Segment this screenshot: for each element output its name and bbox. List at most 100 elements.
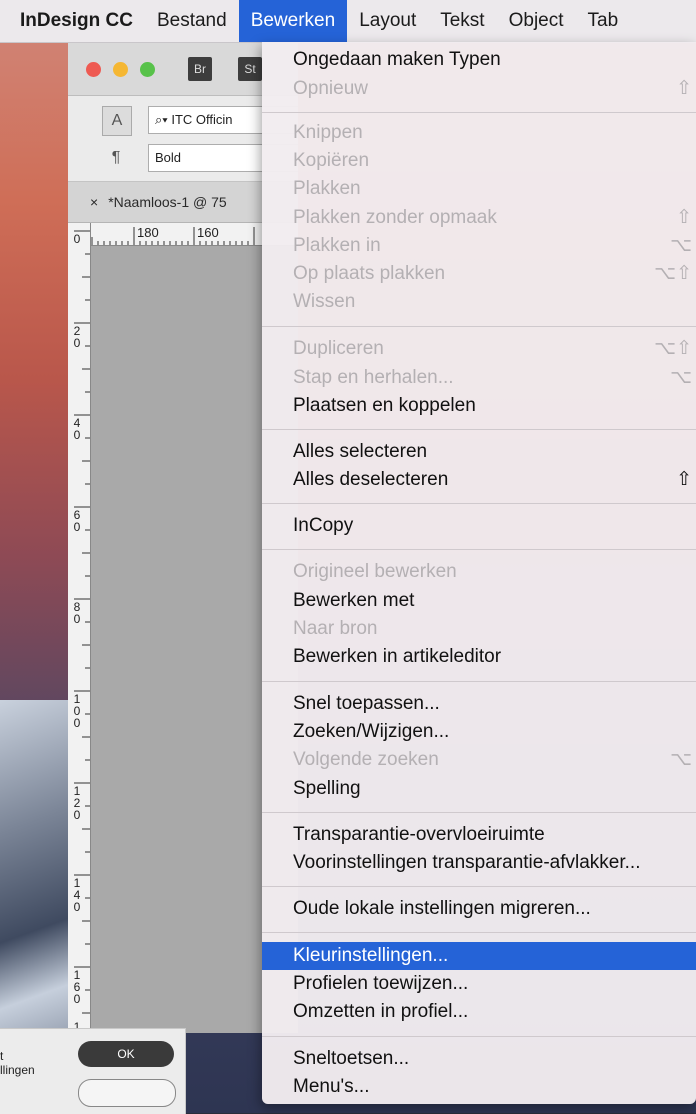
menu-separator xyxy=(262,503,696,504)
menu-item-shortcut: ⌥ xyxy=(670,235,692,256)
menu-item-label: Profielen toewijzen... xyxy=(293,973,469,994)
menu-layout[interactable]: Layout xyxy=(347,0,428,42)
menu-item-label: Bewerken in artikeleditor xyxy=(293,646,502,667)
character-mode-icon[interactable]: A xyxy=(102,106,132,136)
menu-item-label: Plakken zonder opmaak xyxy=(293,207,497,228)
menu-item-dupliceren[interactable]: Dupliceren ⌥⇧ xyxy=(262,335,696,363)
menu-item-naar-bron[interactable]: Naar bron xyxy=(262,615,696,643)
cancel-button[interactable] xyxy=(78,1079,176,1107)
menu-item-profielen-toewijzen[interactable]: Profielen toewijzen... xyxy=(262,970,696,998)
dialog-fragment: t llingen OK xyxy=(0,1028,186,1114)
ruler-label-160: 160 xyxy=(197,225,219,240)
menu-item-volgende-zoeken[interactable]: Volgende zoeken ⌥ xyxy=(262,746,696,774)
menu-item-lokale-instellingen-migreren[interactable]: Oude lokale instellingen migreren... xyxy=(262,895,696,923)
menu-item-incopy[interactable]: InCopy xyxy=(262,512,696,540)
menu-tekst[interactable]: Tekst xyxy=(428,0,496,42)
menu-item-shortcut: ⇧ xyxy=(676,78,692,99)
menu-item-label: Transparantie-overvloeiruimte xyxy=(293,824,545,845)
menu-separator xyxy=(262,326,696,327)
menu-item-label: Opnieuw xyxy=(293,78,368,99)
menu-item-bewerken-met[interactable]: Bewerken met xyxy=(262,587,696,615)
menu-item-label: Kopiëren xyxy=(293,150,370,171)
menu-item-label: Op plaats plakken xyxy=(293,263,446,284)
menu-object[interactable]: Object xyxy=(497,0,576,42)
menu-item-sneltoetsen[interactable]: Sneltoetsen... xyxy=(262,1045,696,1073)
menu-item-shortcut: ⇧ xyxy=(676,469,692,490)
menu-item-kleurinstellingen[interactable]: Kleurinstellingen... xyxy=(262,942,696,970)
menu-item-shortcut: ⌥ xyxy=(670,367,692,388)
app-menu[interactable]: InDesign CC xyxy=(0,0,145,42)
menu-item-plakken[interactable]: Plakken xyxy=(262,175,696,203)
menu-item-shortcut: ⌥⇧ xyxy=(654,263,692,284)
menu-item-label: Naar bron xyxy=(293,618,378,639)
menu-item-plaatsen-en-koppelen[interactable]: Plaatsen en koppelen xyxy=(262,392,696,420)
menu-item-label: Volgende zoeken xyxy=(293,749,439,770)
ruler-label-180: 180 xyxy=(137,225,159,240)
menu-item-spelling[interactable]: Spelling xyxy=(262,775,696,803)
menu-item-plakken-in[interactable]: Plakken in ⌥ xyxy=(262,232,696,260)
menu-item-voorinstellingen-afvlakker[interactable]: Voorinstellingen transparantie-afvlakker… xyxy=(262,849,696,877)
menu-item-label: Zoeken/Wijzigen... xyxy=(293,721,450,742)
menu-item-transparantie-overvloeiruimte[interactable]: Transparantie-overvloeiruimte xyxy=(262,821,696,849)
menu-tabel[interactable]: Tab xyxy=(576,0,631,42)
menu-bestand[interactable]: Bestand xyxy=(145,0,239,42)
menu-item-opnieuw[interactable]: Opnieuw ⇧ xyxy=(262,75,696,103)
menu-item-label: Spelling xyxy=(293,778,361,799)
menu-item-label: Kleurinstellingen... xyxy=(293,945,449,966)
menu-item-omzetten-in-profiel[interactable]: Omzetten in profiel... xyxy=(262,998,696,1026)
vruler-label: 0 xyxy=(73,232,81,246)
menu-item-label: Oude lokale instellingen migreren... xyxy=(293,898,591,919)
menu-item-alles-deselecteren[interactable]: Alles deselecteren ⇧ xyxy=(262,466,696,494)
menu-item-plakken-zonder-opmaak[interactable]: Plakken zonder opmaak ⇧ xyxy=(262,204,696,232)
menu-item-stap-en-herhalen[interactable]: Stap en herhalen... ⌥ xyxy=(262,364,696,392)
menu-item-label: Bewerken met xyxy=(293,590,415,611)
menu-item-label: Menu's... xyxy=(293,1076,370,1097)
menu-item-label: Wissen xyxy=(293,291,356,312)
paragraph-mode-icon[interactable]: ¶ xyxy=(102,144,130,172)
zoom-window-button[interactable] xyxy=(140,62,155,77)
close-tab-icon[interactable]: × xyxy=(90,194,98,210)
menu-item-shortcut: ⌥ xyxy=(670,749,692,770)
menu-separator xyxy=(262,1036,696,1037)
menu-item-label: Sneltoetsen... xyxy=(293,1048,410,1069)
menu-item-op-plaats-plakken[interactable]: Op plaats plakken ⌥⇧ xyxy=(262,260,696,288)
ok-button[interactable]: OK xyxy=(78,1041,174,1067)
vruler-label: 1 0 0 xyxy=(73,692,81,730)
menu-bar: InDesign CC Bestand Bewerken Layout Teks… xyxy=(0,0,696,43)
menu-item-bewerken-in-artikeleditor[interactable]: Bewerken in artikeleditor xyxy=(262,643,696,671)
menu-bewerken[interactable]: Bewerken xyxy=(238,0,348,42)
vruler-label: 4 0 xyxy=(73,416,81,442)
menu-item-shortcut: ⌥⇧ xyxy=(654,338,692,359)
menu-item-alles-selecteren[interactable]: Alles selecteren xyxy=(262,438,696,466)
font-family-value: ITC Officin xyxy=(171,112,233,127)
menu-item-label: Omzetten in profiel... xyxy=(293,1001,469,1022)
vruler-label: 1 2 0 xyxy=(73,784,81,822)
menu-item-menus[interactable]: Menu's... xyxy=(262,1073,696,1101)
menu-item-zoeken-wijzigen[interactable]: Zoeken/Wijzigen... xyxy=(262,718,696,746)
vruler-label: 6 0 xyxy=(73,508,81,534)
menu-item-label: Voorinstellingen transparantie-afvlakker… xyxy=(293,852,641,873)
menu-item-wissen[interactable]: Wissen xyxy=(262,288,696,316)
bridge-button[interactable]: Br xyxy=(188,57,212,81)
minimize-window-button[interactable] xyxy=(113,62,128,77)
menu-separator xyxy=(262,429,696,430)
menu-item-label: Ongedaan maken Typen xyxy=(293,49,501,70)
menu-item-knippen[interactable]: Knippen xyxy=(262,119,696,147)
menu-item-label: Knippen xyxy=(293,122,363,143)
menu-item-label: Origineel bewerken xyxy=(293,561,457,582)
menu-item-label: Plakken xyxy=(293,178,361,199)
menu-separator xyxy=(262,112,696,113)
menu-item-snel-toepassen[interactable]: Snel toepassen... xyxy=(262,690,696,718)
vertical-ruler[interactable]: 0 2 0 4 0 6 0 8 0 1 0 0 1 2 0 1 4 0 1 6 … xyxy=(68,223,91,1033)
menu-item-kopieren[interactable]: Kopiëren xyxy=(262,147,696,175)
menu-separator xyxy=(262,886,696,887)
vruler-label: 1 4 0 xyxy=(73,876,81,914)
menu-item-origineel-bewerken[interactable]: Origineel bewerken xyxy=(262,558,696,586)
vruler-label: 2 0 xyxy=(73,324,81,350)
close-window-button[interactable] xyxy=(86,62,101,77)
menu-separator xyxy=(262,812,696,813)
menu-item-label: Plaatsen en koppelen xyxy=(293,395,476,416)
menu-item-ongedaan-maken[interactable]: Ongedaan maken Typen xyxy=(262,46,696,74)
stock-button[interactable]: St xyxy=(238,57,262,81)
menu-item-label: Alles deselecteren xyxy=(293,469,449,490)
